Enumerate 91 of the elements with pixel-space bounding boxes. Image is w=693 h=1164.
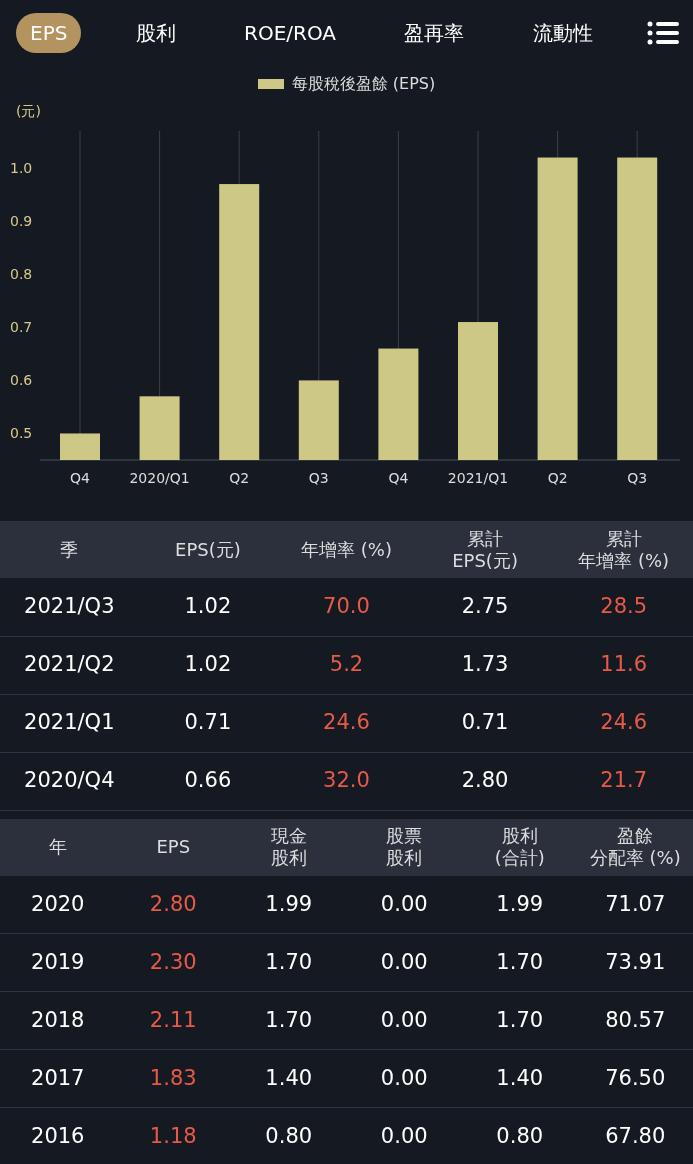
table-cell: 0.00: [380, 1123, 428, 1148]
column-header: 分配率 (%): [589, 847, 681, 868]
y-tick-label: 0.7: [10, 319, 33, 336]
tab[interactable]: 流動性: [518, 13, 607, 53]
y-tick-label: 1.0: [10, 160, 33, 177]
table-cell: 70.0: [323, 594, 370, 618]
table-cell: 2021/Q2: [24, 652, 115, 677]
table-cell: 2.80: [461, 768, 509, 793]
x-tick-label: Q2: [229, 470, 250, 486]
table-cell: 1.02: [184, 652, 232, 677]
table-cell: 2018: [31, 1007, 85, 1032]
table-cell: 28.5: [600, 594, 648, 618]
y-tick-label: 0.6: [10, 372, 33, 389]
column-header: 盈餘: [617, 825, 654, 847]
table-cell: 2021/Q1: [24, 710, 115, 735]
table-cell: 24.6: [323, 710, 370, 735]
table-cell: 71.07: [605, 891, 666, 916]
table-cell: 80.57: [605, 1007, 666, 1032]
menu-icon[interactable]: [646, 21, 679, 45]
table-cell: 2.11: [149, 1007, 197, 1032]
x-tick-label: Q3: [627, 470, 648, 486]
table-cell: 0.00: [380, 1065, 428, 1090]
table-cell: 2019: [31, 949, 85, 974]
axis-title: (元): [16, 103, 41, 119]
table-cell: 0.00: [380, 949, 428, 974]
x-tick-label: Q2: [547, 470, 568, 486]
table-cell: 2.75: [461, 594, 509, 618]
tab[interactable]: ROE/ROA: [230, 13, 350, 53]
table-cell: 1.40: [496, 1065, 544, 1090]
y-tick-label: 0.9: [10, 213, 33, 230]
column-header: 股利: [386, 847, 423, 868]
column-header: 股票: [386, 825, 423, 847]
y-tick-label: 0.8: [10, 266, 33, 283]
x-tick-label: Q4: [70, 470, 90, 486]
table-cell: 1.73: [461, 652, 509, 677]
x-tick-label: 2021/Q1: [447, 470, 509, 486]
column-header: 年增率 (%): [578, 549, 670, 571]
column-header: EPS(元): [175, 538, 241, 560]
table-cell: 0.66: [184, 768, 232, 793]
table-cell: 0.71: [461, 710, 509, 735]
table-cell: 5.2: [329, 652, 364, 677]
table-cell: 0.80: [496, 1123, 544, 1148]
column-header: EPS: [156, 836, 191, 858]
table-cell: 1.70: [265, 1007, 313, 1032]
column-header: EPS(元): [452, 549, 518, 571]
column-header: 季: [60, 538, 79, 560]
table-cell: 76.50: [605, 1065, 666, 1090]
table-cell: 1.70: [496, 1007, 544, 1032]
legend-label: 每股稅後盈餘 (EPS): [291, 73, 436, 95]
tab[interactable]: 股利: [121, 13, 190, 53]
table-cell: 2016: [31, 1123, 85, 1148]
table-cell: 2.80: [149, 891, 197, 916]
table-cell: 1.99: [265, 891, 313, 916]
column-header: 股利: [501, 825, 538, 847]
table-cell: 67.80: [605, 1123, 666, 1148]
column-header: 年增率 (%): [301, 538, 392, 560]
table-cell: 1.40: [265, 1065, 313, 1090]
table-cell: 1.02: [184, 594, 232, 618]
eps-bar: [139, 396, 180, 460]
x-tick-label: Q4: [388, 470, 409, 486]
table-cell: 2020/Q4: [24, 768, 115, 793]
table-cell: 73.91: [605, 949, 666, 974]
table-cell: 1.83: [149, 1065, 197, 1090]
tab[interactable]: 盈再率: [390, 13, 479, 53]
column-header: (合計): [494, 847, 545, 868]
table-cell: 11.6: [600, 652, 648, 677]
table-cell: 0.00: [380, 891, 428, 916]
table-cell: 32.0: [323, 768, 370, 793]
table-cell: 2017: [31, 1065, 85, 1090]
table-cell: 2020: [31, 891, 85, 916]
table-cell: 0.80: [265, 1123, 313, 1148]
eps-bar: [60, 433, 100, 460]
column-header: 年: [48, 836, 67, 858]
column-header: 股利: [270, 847, 307, 868]
table-cell: 24.6: [600, 710, 648, 735]
table-cell: 0.00: [380, 1007, 428, 1032]
table-cell: 21.7: [600, 768, 648, 793]
column-header: 累計: [467, 527, 504, 549]
table-cell: 0.71: [184, 710, 232, 735]
legend-swatch: [257, 79, 284, 89]
table-cell: 1.70: [265, 949, 313, 974]
column-header: 現金: [270, 825, 307, 847]
column-header: 累計: [605, 527, 642, 549]
table-cell: 1.99: [496, 891, 544, 916]
x-tick-label: Q3: [308, 470, 329, 486]
y-tick-label: 0.5: [10, 425, 33, 442]
table-cell: 1.18: [149, 1123, 197, 1148]
x-tick-label: 2020/Q1: [129, 470, 190, 486]
table-cell: 1.70: [496, 949, 544, 974]
table-cell: 2.30: [149, 949, 197, 974]
table-cell: 2021/Q3: [24, 594, 115, 618]
